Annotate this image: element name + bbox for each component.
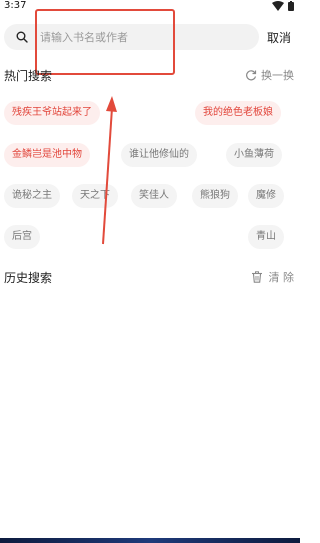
trash-icon — [251, 271, 262, 283]
hot-tag[interactable]: 谁让他修仙的 — [121, 143, 197, 167]
battery-icon — [288, 1, 294, 11]
status-time: 3:37 — [4, 0, 27, 11]
status-bar: 3:37 — [0, 0, 300, 14]
search-input[interactable] — [40, 28, 250, 46]
status-icons — [272, 1, 294, 11]
bottom-bar — [0, 538, 300, 543]
refresh-icon — [246, 70, 257, 81]
hot-tag[interactable]: 我的绝色老板娘 — [195, 101, 281, 125]
annotation-arrow-icon — [102, 96, 117, 245]
hot-tag[interactable]: 诡秘之主 — [4, 184, 60, 208]
hot-tag[interactable]: 小鱼薄荷 — [226, 143, 282, 167]
hot-tag[interactable]: 后宫 — [4, 225, 40, 249]
search-row: 取消 — [0, 24, 300, 50]
clear-history-label: 清 除 — [268, 271, 295, 284]
cancel-button[interactable]: 取消 — [267, 29, 291, 46]
hot-search-title: 热门搜索 — [4, 69, 53, 83]
refresh-label: 换一换 — [261, 69, 294, 82]
hot-tag[interactable]: 笑佳人 — [131, 184, 177, 208]
search-icon — [16, 31, 28, 43]
hot-tag[interactable]: 残疾王爷站起来了 — [4, 101, 100, 125]
wifi-icon — [272, 1, 284, 11]
history-title: 历史搜索 — [4, 271, 53, 285]
hot-tag[interactable]: 金鳞岂是池中物 — [4, 143, 90, 167]
hot-tag[interactable]: 青山 — [248, 225, 284, 249]
hot-tag[interactable]: 熊狼狗 — [192, 184, 238, 208]
refresh-button[interactable]: 换一换 — [245, 67, 294, 83]
search-box[interactable] — [4, 24, 259, 50]
clear-history-button[interactable]: 清 除 — [251, 269, 295, 285]
hot-tag[interactable]: 魔修 — [248, 184, 284, 208]
